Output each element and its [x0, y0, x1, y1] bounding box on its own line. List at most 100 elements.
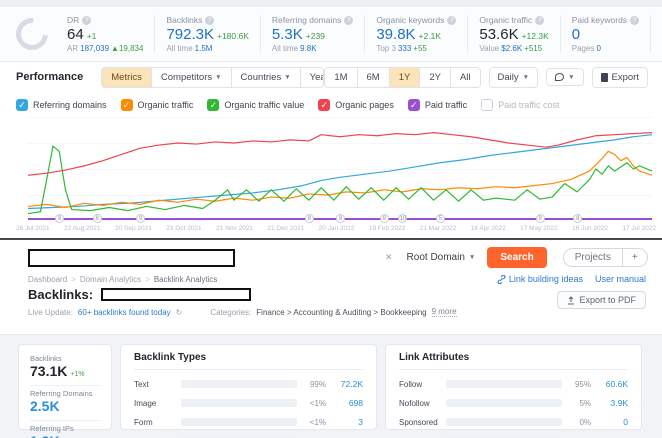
summary-value[interactable]: 73.1K [30, 363, 67, 379]
legend-label: Referring domains [33, 100, 107, 110]
categories-label: Categories: [210, 308, 251, 317]
metrics-row: DR? 64+1 AR187,039▲19,834 Backlinks? 792… [56, 15, 662, 53]
metric-sub-value[interactable]: $2.6K [501, 44, 522, 53]
export-pdf-button[interactable]: Export to PDF [557, 291, 646, 309]
bar-value[interactable]: 3 [333, 417, 363, 427]
legend-item[interactable]: ✓Organic traffic value [207, 99, 304, 111]
summary-value[interactable]: 2.5K [30, 398, 60, 414]
bar-value[interactable]: 0 [598, 417, 628, 427]
metric-column: Organic keywords? 39.8K+2.1K Top 3333+55 [364, 15, 467, 53]
search-mode-dropdown[interactable]: Root Domain ▼ [407, 252, 476, 263]
legend-checkbox[interactable]: ✓ [121, 99, 133, 111]
metric-sub-value[interactable]: 1.5M [195, 44, 213, 53]
bar-percent: 0% [569, 418, 591, 427]
metric-sub-value[interactable]: 333 [398, 44, 411, 53]
toolbar-segment-button[interactable]: 6M [357, 68, 389, 87]
add-project-button[interactable]: + [623, 249, 647, 266]
metric-sub-value[interactable]: 9.8K [300, 44, 316, 53]
bar-value[interactable]: 72.2K [333, 379, 363, 389]
legend-checkbox[interactable]: ✓ [408, 99, 420, 111]
event-marker[interactable]: 9 [136, 214, 145, 223]
toolbar-segment-button[interactable]: Countries▼ [231, 68, 300, 87]
metric-column: Referring domains? 5.3K+239 All time9.8K [260, 15, 364, 53]
link-attributes-title: Link Attributes [399, 352, 628, 370]
toolbar-segment-button[interactable]: 1Y [389, 68, 420, 87]
summary-row: Referring IPs 1.8K [30, 421, 100, 438]
event-marker[interactable]: 8 [336, 214, 345, 223]
legend-item[interactable]: ✓ Referring domains [16, 99, 107, 111]
summary-value[interactable]: 1.8K [30, 433, 60, 438]
toolbar-segment-button[interactable]: 1M [325, 68, 356, 87]
metric-sub-value[interactable]: 187,039 [80, 44, 109, 53]
legend-item[interactable]: Paid traffic cost [481, 99, 559, 111]
metric-label: Backlinks [166, 15, 202, 25]
breadcrumb-item[interactable]: Backlink Analytics [154, 275, 218, 284]
granularity-value: Daily [498, 72, 519, 83]
performance-chart[interactable]: 8 8 9 8 8 9 10 5 9 8 [28, 117, 652, 221]
legend-item[interactable]: ✓ Organic traffic [121, 99, 194, 111]
event-marker[interactable]: 9 [380, 214, 389, 223]
page-title: Backlinks: [28, 287, 93, 302]
legend-label: Paid traffic [425, 100, 467, 110]
event-marker[interactable]: 9 [536, 214, 545, 223]
help-icon[interactable]: ? [630, 16, 639, 25]
metric-value: 39.8K [376, 26, 415, 43]
legend-item[interactable]: ✓ Paid traffic [408, 99, 467, 111]
legend-checkbox[interactable]: ✓ [16, 99, 28, 111]
legend-label: Organic traffic [138, 100, 194, 110]
help-icon[interactable]: ? [344, 16, 353, 25]
projects-button[interactable]: Projects [564, 249, 623, 266]
bar-row: Nofollow 5% 3.9K [399, 398, 628, 408]
legend-item[interactable]: ✓Organic pages [318, 99, 394, 111]
search-button[interactable]: Search [487, 247, 546, 268]
legend-checkbox[interactable]: ✓ [318, 99, 330, 111]
event-marker[interactable]: 8 [305, 214, 314, 223]
top-strip [0, 0, 662, 7]
granularity-dropdown[interactable]: Daily ▼ [489, 67, 539, 88]
event-marker[interactable]: 8 [93, 214, 102, 223]
bar-label: Image [134, 399, 174, 408]
export-pdf-icon [567, 296, 575, 305]
annotations-dropdown[interactable]: ▼ [546, 68, 583, 86]
page: DR? 64+1 AR187,039▲19,834 Backlinks? 792… [0, 0, 662, 438]
clear-input-icon[interactable]: ✕ [385, 252, 393, 263]
live-update-link[interactable]: 60+ backlinks found today [78, 308, 171, 317]
categories-more-link[interactable]: 9 more [432, 307, 457, 317]
user-manual-link[interactable]: User manual [595, 274, 646, 284]
toolbar-segment-button[interactable]: 2Y [419, 68, 450, 87]
bar-row: Follow 95% 60.6K [399, 379, 628, 389]
toolbar-segment-button[interactable]: Years [300, 68, 325, 87]
bar-track [181, 380, 297, 388]
bar-value[interactable]: 60.6K [598, 379, 628, 389]
refresh-icon[interactable]: ↻ [176, 308, 183, 317]
help-icon[interactable]: ? [447, 16, 456, 25]
metric-column: Paid traffic? 0 CostN/A [650, 15, 662, 53]
legend-checkbox[interactable] [481, 99, 493, 111]
help-icon[interactable]: ? [535, 16, 544, 25]
help-icon[interactable]: ? [82, 16, 91, 25]
chevron-down-icon: ▼ [215, 74, 221, 81]
metric-delta: +1 [87, 31, 97, 41]
chart-x-axis: 26 Jul 202122 Aug 202120 Sep 202123 Oct … [16, 225, 656, 232]
report-header: Dashboard>Domain Analytics>Backlink Anal… [0, 270, 662, 317]
metric-sub-label: Value [479, 44, 499, 53]
breadcrumb-item[interactable]: Dashboard [28, 275, 67, 284]
link-building-ideas-link[interactable]: Link building ideas [497, 274, 583, 284]
bar-value[interactable]: 3.9K [598, 398, 628, 408]
metric-sub-value[interactable]: 0 [596, 44, 600, 53]
export-button[interactable]: Export [592, 67, 648, 88]
event-marker[interactable]: 10 [398, 214, 407, 223]
search-input[interactable] [28, 249, 235, 267]
bar-value[interactable]: 698 [333, 398, 363, 408]
toolbar-segment-button[interactable]: Competitors▼ [151, 68, 231, 87]
event-marker[interactable]: 8 [55, 214, 64, 223]
event-marker[interactable]: 5 [436, 214, 445, 223]
backlink-types-title: Backlink Types [134, 352, 363, 370]
toolbar-segment-button[interactable]: Metrics [102, 68, 151, 87]
event-marker[interactable]: 8 [573, 214, 582, 223]
metric-value: 792.3K [166, 26, 214, 43]
legend-checkbox[interactable]: ✓ [207, 99, 219, 111]
help-icon[interactable]: ? [205, 16, 214, 25]
breadcrumb-item[interactable]: Domain Analytics [80, 275, 141, 284]
toolbar-segment-button[interactable]: All [450, 68, 480, 87]
